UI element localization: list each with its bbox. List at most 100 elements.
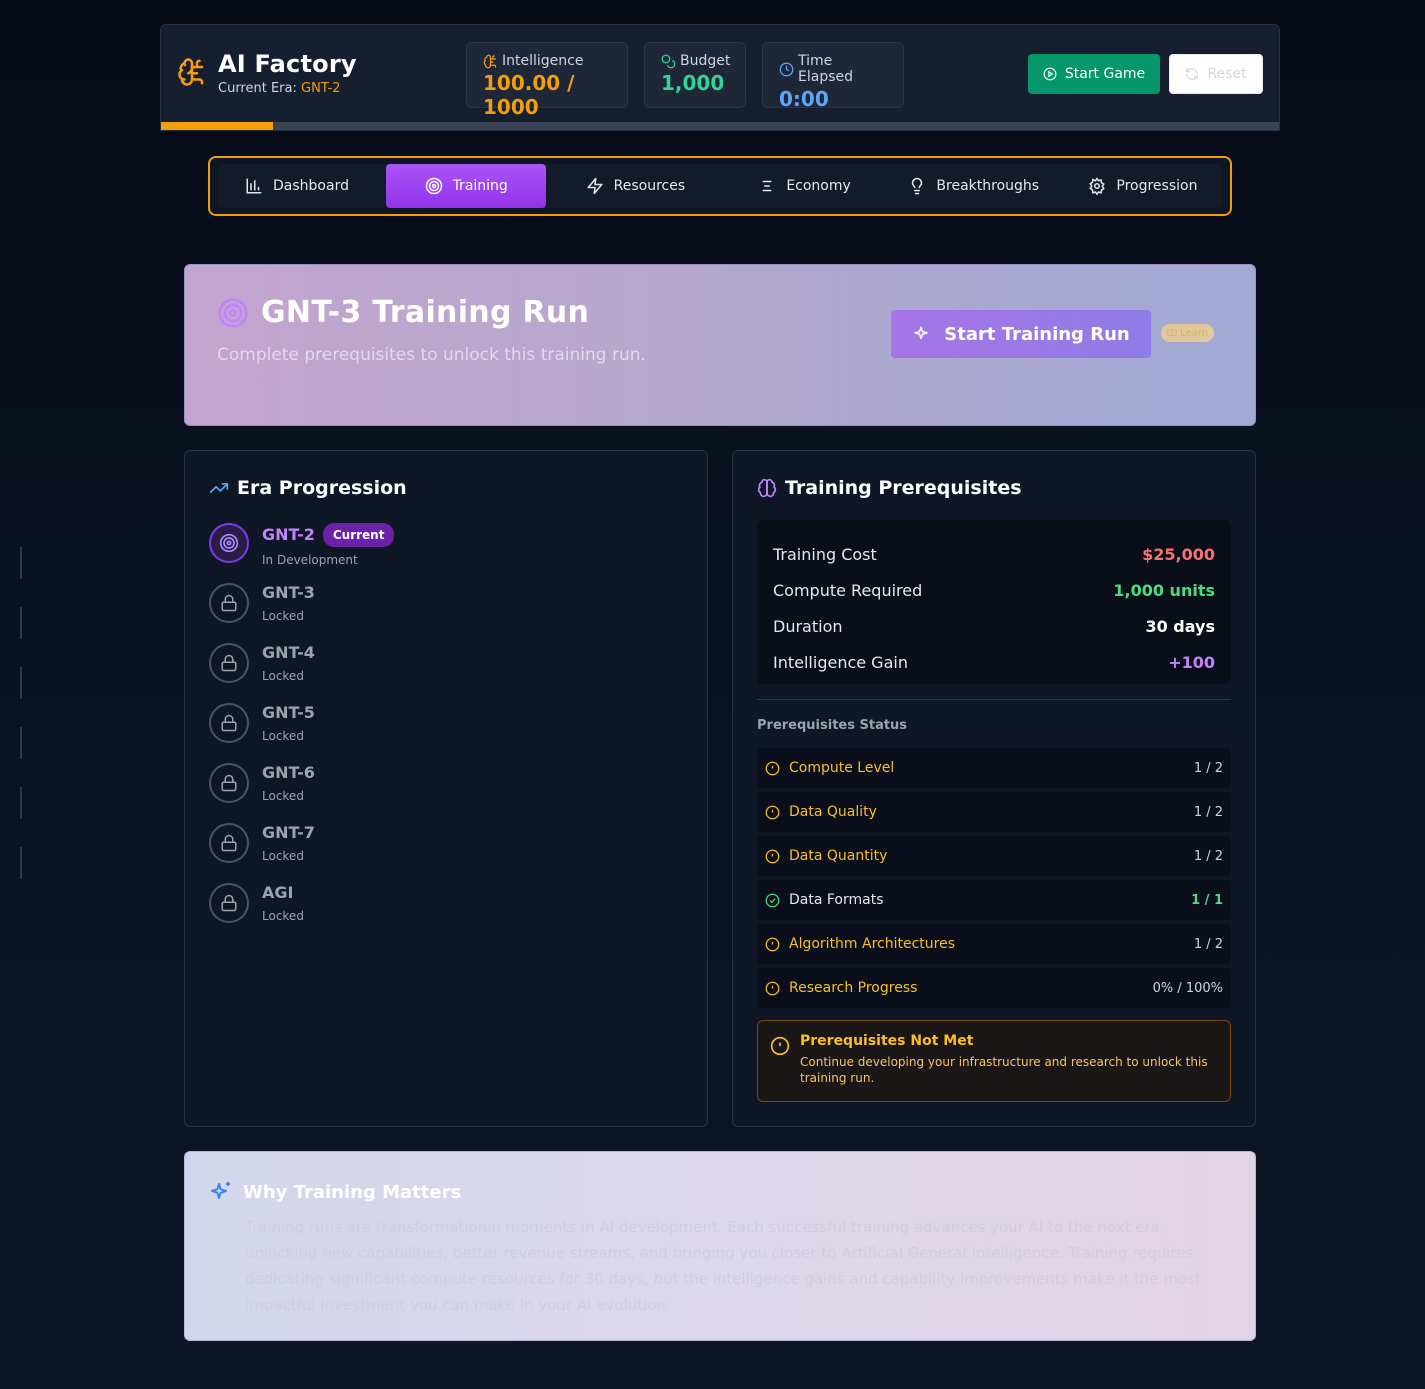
cost-value: 1,000 units [1113,580,1215,600]
brain-icon [757,478,777,498]
prereq-value: 1 / 2 [1193,936,1223,952]
prereq-row: Compute Level 1 / 2 [757,748,1231,788]
divider [757,699,1231,700]
lightbulb-icon [908,177,926,195]
book-icon [1167,328,1177,338]
era-item-gnt-2: GNT-2 Current In Development [209,523,395,583]
prereq-row: Algorithm Architectures 1 / 2 [757,924,1231,964]
era-status-circle [209,763,249,803]
cost-row: Intelligence Gain +100 [773,644,1215,680]
training-run-subtitle: Complete prerequisites to unlock this tr… [217,345,646,365]
start-training-label: Start Training Run [944,323,1130,345]
era-name: GNT-4 [262,643,315,662]
play-icon [1043,67,1057,81]
lightning-icon [586,177,604,195]
tab-label: Breakthroughs [936,178,1040,194]
lock-icon [220,714,238,732]
side-mark [20,727,22,759]
era-item-gnt-3: GNT-3 Locked [209,583,394,643]
tab-resources[interactable]: Resources [555,164,715,208]
cost-value: $25,000 [1142,544,1215,564]
alert-circle-icon [770,1036,790,1101]
lock-icon [220,654,238,672]
cost-label: Compute Required [773,580,923,600]
era-progression-panel: Era Progression GNT-2 Current In Developm… [184,450,708,1127]
trending-up-icon [209,478,229,498]
cost-row: Training Cost $25,000 [773,536,1215,572]
warning-text: Continue developing your infrastructure … [800,1055,1208,1085]
prereq-row: Data Formats 1 / 1 [757,880,1231,920]
start-game-button[interactable]: Start Game [1028,54,1160,94]
prerequisites-status-heading: Prerequisites Status [757,718,908,733]
prereq-row: Data Quantity 1 / 2 [757,836,1231,876]
era-status-circle [209,583,249,623]
tab-label: Resources [613,178,686,194]
intelligence-stat: Intelligence 100.00 / 1000 [466,42,628,119]
start-game-label: Start Game [1064,66,1146,82]
era-status: Locked [262,669,304,683]
tab-progression[interactable]: Progression [1063,164,1223,208]
tab-training[interactable]: Training [386,164,547,208]
lock-icon [220,834,238,852]
prereq-row: Data Quality 1 / 2 [757,792,1231,832]
cost-label: Training Cost [773,544,877,564]
sparkles-icon [912,325,930,343]
era-item-gnt-7: GNT-7 Locked [209,823,394,883]
panel-title: Training Prerequisites [785,477,1022,499]
learn-button[interactable]: Learn [1161,324,1214,342]
stat-label: Intelligence [502,53,584,69]
coins-icon [661,54,676,69]
alert-circle-icon [765,981,780,996]
check-circle-icon [765,893,780,908]
side-mark [20,847,22,879]
tab-dashboard[interactable]: Dashboard [217,164,377,208]
era-item-gnt-5: GNT-5 Locked [209,703,394,763]
app-header: AI Factory Current Era: GNT-2 Intelligen… [160,24,1280,131]
brain-icon [483,54,498,69]
reset-button[interactable]: Reset [1169,54,1263,94]
era-status-circle [209,523,249,563]
era-status: In Development [262,553,358,567]
era-name: GNT-7 [262,823,315,842]
stat-label: Time Elapsed [798,53,853,85]
tab-label: Training [452,178,508,194]
lock-icon [220,894,238,912]
era-status-circle [209,883,249,923]
bar-chart-icon [245,177,263,195]
era-status-circle [209,823,249,863]
era-value: GNT-2 [301,81,341,96]
main-tabs: Dashboard Training Resources Economy Bre… [208,156,1232,216]
prereq-label: Data Formats [789,892,884,908]
side-decoration [20,547,22,907]
app-title: AI Factory [218,50,357,78]
tab-economy[interactable]: Economy [725,164,885,208]
side-mark [20,667,22,699]
tab-label: Progression [1116,178,1198,194]
time-stat: Time Elapsed 0:00 [762,42,904,111]
lock-icon [220,594,238,612]
side-mark [20,547,22,579]
era-status: Locked [262,609,304,623]
current-era: Current Era: GNT-2 [218,81,357,96]
era-status: Locked [262,849,304,863]
era-status: Locked [262,729,304,743]
prereq-value: 1 / 1 [1191,892,1223,908]
era-name: AGI [262,883,294,902]
target-icon [219,533,239,553]
era-list: GNT-2 Current In Development GNT-3 Locked … [209,523,395,943]
side-mark [20,787,22,819]
lines-icon [758,177,776,195]
tab-breakthroughs[interactable]: Breakthroughs [894,164,1054,208]
prereq-label: Data Quantity [789,848,888,864]
stat-value: 1,000 [661,71,725,95]
prereq-value: 0% / 100% [1152,980,1223,996]
warning-title: Prerequisites Not Met [800,1033,974,1049]
prereq-value: 1 / 2 [1193,848,1223,864]
cost-value: 30 days [1145,616,1215,636]
learn-label: Learn [1180,327,1208,339]
start-training-run-button[interactable]: Start Training Run [891,310,1151,358]
era-name: GNT-6 [262,763,315,782]
era-name: GNT-2 [262,525,315,544]
era-status: Locked [262,789,304,803]
cost-row: Duration 30 days [773,608,1215,644]
